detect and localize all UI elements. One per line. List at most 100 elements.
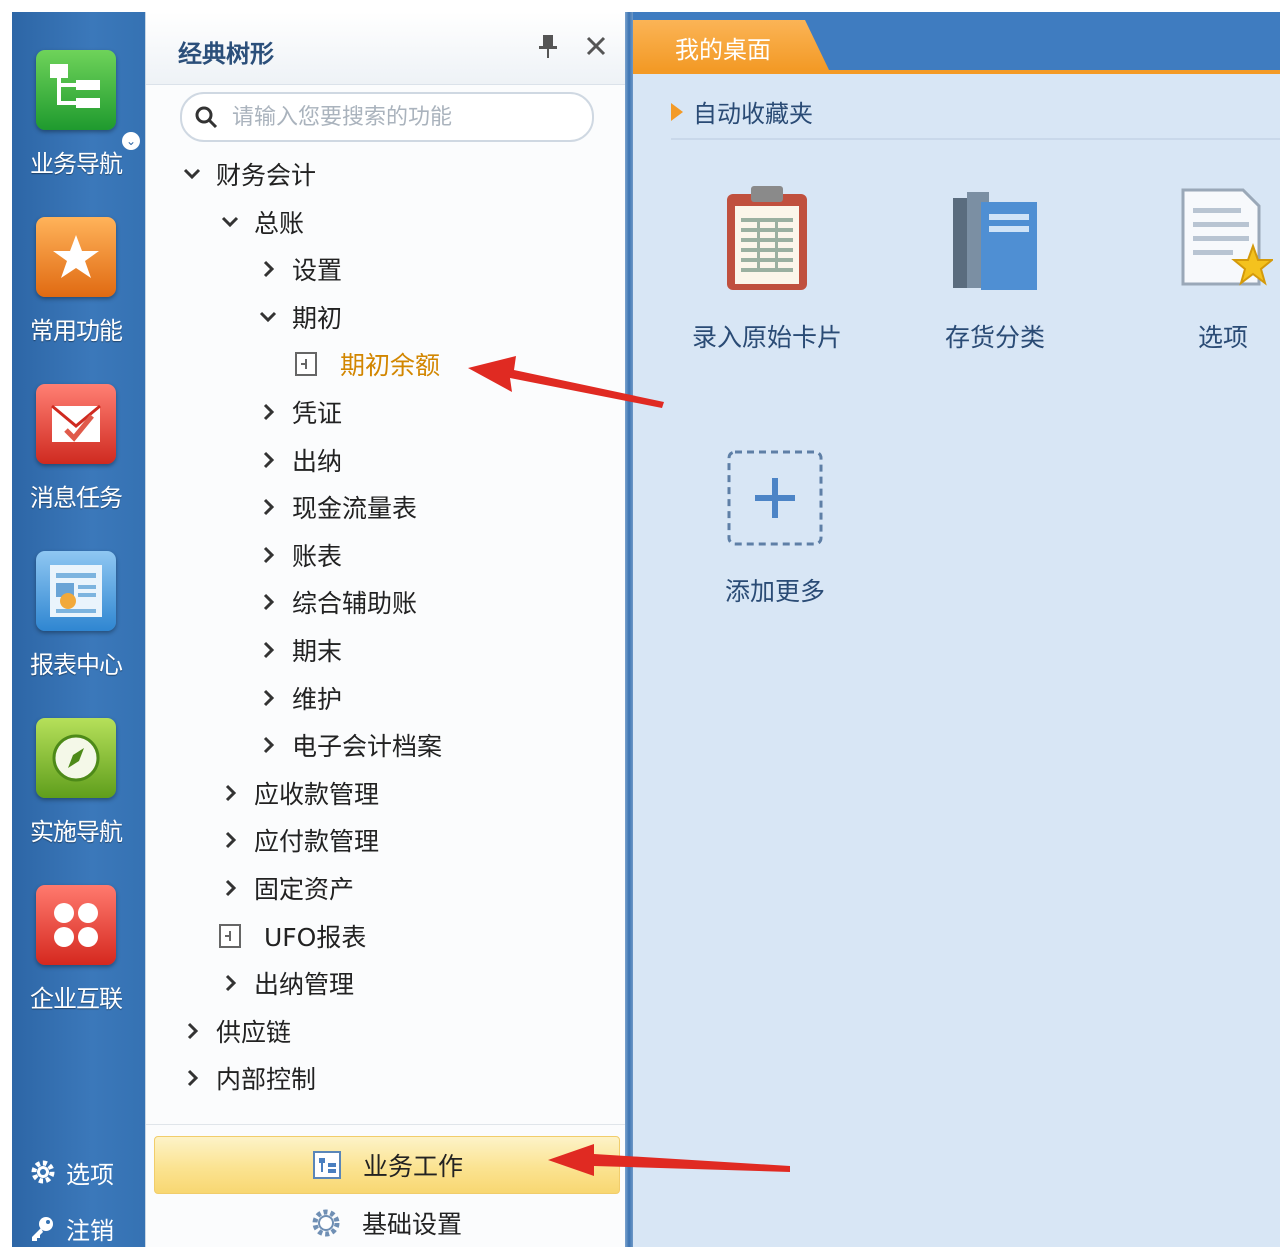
tree-node[interactable]: 现金流量表 xyxy=(256,485,417,529)
tile-enter-original-card[interactable]: 录入原始卡片 xyxy=(667,184,867,384)
tree-node[interactable]: 出纳 xyxy=(256,438,342,482)
chevron-down-icon[interactable] xyxy=(180,162,204,186)
options-button[interactable]: 选项 xyxy=(28,1152,143,1192)
tree-node-label: 期初余额 xyxy=(340,351,441,381)
nav-enterprise-connect[interactable]: 企业互联 xyxy=(12,885,145,1045)
tree-node-label: 内部控制 xyxy=(216,1065,317,1095)
pin-icon[interactable] xyxy=(534,32,562,60)
tree-node[interactable]: 总账 xyxy=(218,200,304,244)
tree-node-label: 应收款管理 xyxy=(254,779,380,809)
tree-node-label: 凭证 xyxy=(292,399,343,428)
tree-node[interactable]: 期末 xyxy=(256,628,342,672)
tree-node-label: 维护 xyxy=(292,684,343,714)
basic-settings-button[interactable]: 基础设置 xyxy=(154,1198,618,1248)
favorites-section-header[interactable]: 自动收藏夹 xyxy=(671,94,813,129)
basic-settings-label: 基础设置 xyxy=(361,1210,462,1239)
tree-node[interactable]: 财务会计 xyxy=(180,152,316,196)
tab-my-desktop[interactable]: 我的桌面 xyxy=(633,20,829,70)
tree-node-label: 设置 xyxy=(292,256,343,286)
logout-button[interactable]: 注销 xyxy=(28,1208,143,1248)
tree-node[interactable]: 固定资产 xyxy=(218,866,354,910)
tree-node-label: 出纳管理 xyxy=(254,970,355,1000)
chevron-right-icon[interactable] xyxy=(256,638,280,662)
options-label: 选项 xyxy=(66,1160,114,1189)
settings-gear-icon xyxy=(312,1209,340,1237)
chevron-down-icon[interactable] xyxy=(218,210,242,234)
tab-label: 我的桌面 xyxy=(675,36,771,64)
tree-node[interactable]: 内部控制 xyxy=(180,1056,316,1100)
tree-node[interactable]: 设置 xyxy=(256,247,342,291)
tree-node[interactable]: UFO报表 xyxy=(218,914,366,958)
close-icon[interactable] xyxy=(582,32,610,60)
nav-business-navigation[interactable]: ⌄ 业务导航 xyxy=(12,50,145,210)
nav-implementation-navigation[interactable]: 实施导航 xyxy=(12,718,145,878)
chevron-right-icon[interactable] xyxy=(180,1019,204,1043)
tree-node[interactable]: 期初余额 xyxy=(294,342,440,386)
business-work-icon xyxy=(312,1151,341,1179)
chevron-right-icon[interactable] xyxy=(256,733,280,757)
books-icon xyxy=(953,192,1037,290)
tree-node-label: 现金流量表 xyxy=(292,494,418,524)
tile-label: 录入原始卡片 xyxy=(691,323,842,352)
tree-node[interactable]: 综合辅助账 xyxy=(256,580,417,624)
tile-add-more[interactable]: 添加更多 xyxy=(675,448,875,648)
tree-node[interactable]: 电子会计档案 xyxy=(256,723,442,767)
chevron-right-icon[interactable] xyxy=(256,543,280,567)
tree-node[interactable]: 账表 xyxy=(256,533,342,577)
nav-label: 实施导航 xyxy=(30,818,123,846)
nav-common-functions[interactable]: 常用功能 xyxy=(12,217,145,377)
tree-node-label: 期末 xyxy=(292,637,343,666)
key-icon xyxy=(32,1217,53,1241)
tree-node-label: 应付款管理 xyxy=(254,827,380,857)
business-work-button[interactable]: 业务工作 xyxy=(154,1136,620,1194)
chevron-right-icon[interactable] xyxy=(218,828,242,852)
tile-inventory-category[interactable]: 存货分类 xyxy=(895,184,1095,384)
tile-label: 选项 xyxy=(1197,323,1248,352)
chevron-down-icon[interactable] xyxy=(256,305,280,329)
tile-options[interactable]: 选项 xyxy=(1123,184,1280,384)
compass-icon xyxy=(36,718,116,798)
tree-node[interactable]: 出纳管理 xyxy=(218,961,354,1005)
tree-node-label: 总账 xyxy=(254,208,305,238)
gear-icon xyxy=(31,1160,55,1184)
chevron-right-icon[interactable] xyxy=(256,495,280,519)
section-divider xyxy=(671,138,1280,140)
nav-label: 企业互联 xyxy=(30,985,123,1013)
tree-node[interactable]: 供应链 xyxy=(180,1009,291,1053)
chevron-right-icon[interactable] xyxy=(256,448,280,472)
tree-node[interactable]: 期初 xyxy=(256,295,342,339)
panel-splitter[interactable] xyxy=(625,12,633,1247)
nav-label: 业务导航 xyxy=(30,150,123,178)
chevron-right-icon[interactable] xyxy=(256,590,280,614)
tree-node-label: 账表 xyxy=(292,541,343,571)
chevron-right-icon[interactable] xyxy=(256,400,280,424)
nav-report-center[interactable]: 报表中心 xyxy=(12,551,145,711)
search-input[interactable] xyxy=(230,102,574,132)
chevron-right-icon[interactable] xyxy=(218,876,242,900)
tree-node-label: 期初 xyxy=(292,303,343,333)
business-nav-icon xyxy=(36,50,116,130)
nav-message-tasks[interactable]: 消息任务 xyxy=(12,384,145,544)
nav-label: 常用功能 xyxy=(30,317,123,345)
tree-node[interactable]: 维护 xyxy=(256,676,342,720)
chevron-right-icon[interactable] xyxy=(256,257,280,281)
tree-node-label: 电子会计档案 xyxy=(292,732,443,762)
clipboard-icon xyxy=(727,186,807,290)
tree-node-label: 财务会计 xyxy=(216,161,317,190)
tile-label: 存货分类 xyxy=(944,323,1045,352)
chevron-right-icon[interactable] xyxy=(218,971,242,995)
tree-panel-title: 经典树形 xyxy=(178,40,274,68)
logout-label: 注销 xyxy=(66,1216,114,1245)
tree-node[interactable]: 应收款管理 xyxy=(218,771,379,815)
chevron-right-icon[interactable] xyxy=(180,1066,204,1090)
nav-label: 消息任务 xyxy=(30,484,123,512)
chevron-right-icon[interactable] xyxy=(256,686,280,710)
tree-node-label: 出纳 xyxy=(292,446,343,476)
desktop-area: 我的桌面 自动收藏夹 录入原始卡片 存货分类 选项 添加更多 xyxy=(633,12,1280,1247)
chevron-right-icon[interactable] xyxy=(218,781,242,805)
search-box[interactable] xyxy=(180,92,594,142)
tree-node[interactable]: 凭证 xyxy=(256,390,342,434)
tree-node[interactable]: 应付款管理 xyxy=(218,818,379,862)
business-work-label: 业务工作 xyxy=(362,1152,463,1181)
tab-bar: 我的桌面 xyxy=(633,12,1280,74)
